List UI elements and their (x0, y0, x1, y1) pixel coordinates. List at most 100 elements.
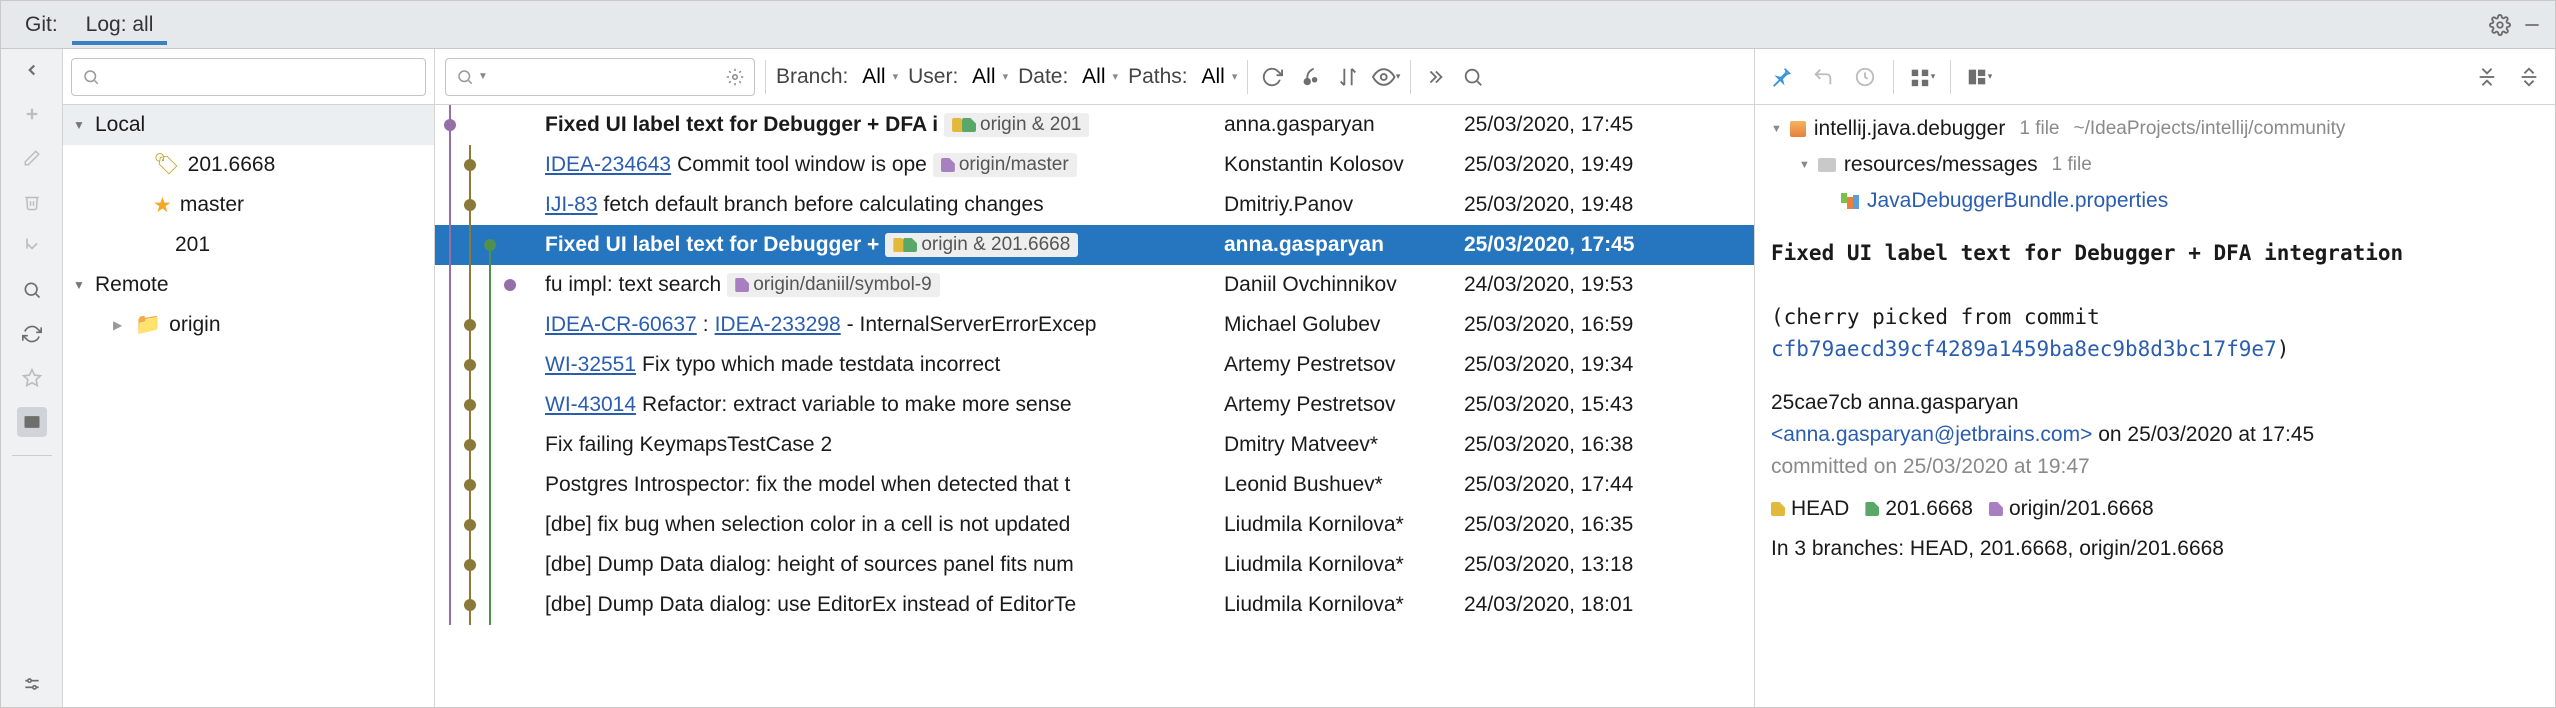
log-panel: ▼ Branch: All ▾ User: All ▾ Date: All ▾ … (435, 49, 1755, 707)
commit-row[interactable]: [dbe] fix bug when selection color in a … (435, 505, 1754, 545)
issue-link[interactable]: IDEA-233298 (715, 313, 841, 337)
issue-link[interactable]: IDEA-234643 (545, 153, 671, 177)
filter-date[interactable]: Date: All ▾ (1018, 65, 1118, 89)
commit-message-cell: IJI-83 fetch default branch before calcu… (545, 193, 1224, 217)
edit-icon[interactable] (17, 143, 47, 173)
tree-module-row[interactable]: ▼ intellij.java.debugger 1 file ~/IdeaPr… (1771, 111, 2539, 147)
author-cell: Artemy Pestretsov (1224, 353, 1464, 377)
tag-icon: 🏷 (153, 153, 180, 177)
tree-node-local[interactable]: ▼ Local (63, 105, 434, 145)
details-panel: ▾ ▾ ▼ intellij.java.debugger 1 file ~/Id… (1755, 49, 2555, 707)
layout-settings-icon[interactable]: ▾ (1965, 63, 1993, 91)
issue-link[interactable]: WI-32551 (545, 353, 636, 377)
commit-row[interactable]: fu impl: text search origin/daniil/symbo… (435, 265, 1754, 305)
commit-message-cell: [dbe] fix bug when selection color in a … (545, 513, 1224, 537)
pin-icon[interactable] (1767, 63, 1795, 91)
commit-message-cell: Fix failing KeymapsTestCase 2 (545, 433, 1224, 457)
author-cell: Liudmila Kornilova* (1224, 513, 1464, 537)
group-by-icon[interactable]: ▾ (1908, 63, 1936, 91)
date-cell: 24/03/2020, 19:53 (1464, 273, 1754, 297)
commit-row[interactable]: WI-43014 Refactor: extract variable to m… (435, 385, 1754, 425)
undo-icon[interactable] (1809, 63, 1837, 91)
date-cell: 25/03/2020, 16:35 (1464, 513, 1754, 537)
graph-cell (435, 545, 545, 585)
tree-file-row[interactable]: JavaDebuggerBundle.properties (1771, 183, 2539, 219)
cherry-pick-icon[interactable] (1296, 63, 1324, 91)
history-icon[interactable] (1851, 63, 1879, 91)
tree-folder-row[interactable]: ▼ resources/messages 1 file (1771, 147, 2539, 183)
graph-cell (435, 265, 545, 305)
graph-cell (435, 305, 545, 345)
log-filter-input[interactable]: ▼ (445, 58, 755, 96)
date-cell: 25/03/2020, 17:44 (1464, 473, 1754, 497)
issue-link[interactable]: IDEA-CR-60637 (545, 313, 697, 337)
issue-link[interactable]: IJI-83 (545, 193, 598, 217)
changed-files-tree: ▼ intellij.java.debugger 1 file ~/IdeaPr… (1771, 111, 2539, 219)
graph-cell (435, 425, 545, 465)
commit-message-cell: fu impl: text search origin/daniil/symbo… (545, 273, 1224, 297)
properties-file-icon (1841, 193, 1859, 209)
commit-row[interactable]: IDEA-234643 Commit tool window is ope or… (435, 145, 1754, 185)
commit-message-cell: IDEA-CR-60637: IDEA-233298 - InternalSer… (545, 313, 1224, 337)
branch-arrow-icon[interactable] (17, 231, 47, 261)
intellisort-icon[interactable] (1334, 63, 1362, 91)
chevron-left-icon[interactable] (17, 55, 47, 85)
branch-search-input[interactable] (71, 58, 426, 96)
trash-icon[interactable] (17, 187, 47, 217)
branch-item[interactable]: 🏷 201.6668 (63, 145, 434, 185)
filter-branch[interactable]: Branch: All ▾ (776, 65, 898, 89)
find-icon[interactable] (1459, 63, 1487, 91)
star-icon[interactable] (17, 363, 47, 393)
branch-item[interactable]: 201 (63, 225, 434, 265)
branch-label: master (180, 193, 244, 217)
branches-panel: ▼ Local 🏷 201.6668 ★ master 201 ▼ Re (63, 49, 435, 707)
commit-row[interactable]: [dbe] Dump Data dialog: use EditorEx ins… (435, 585, 1754, 625)
graph-cell (435, 185, 545, 225)
commit-message-cell: [dbe] Dump Data dialog: use EditorEx ins… (545, 593, 1224, 617)
graph-cell (435, 585, 545, 625)
cherry-pick-hash-link[interactable]: cfb79aecd39cf4289a1459ba8ec9b8d3bc17f9e7 (1771, 337, 2277, 361)
commit-row[interactable]: Fix failing KeymapsTestCase 2Dmitry Matv… (435, 425, 1754, 465)
changed-file-link[interactable]: JavaDebuggerBundle.properties (1867, 183, 2168, 219)
filter-user[interactable]: User: All ▾ (908, 65, 1008, 89)
commit-log[interactable]: Fixed UI label text for Debugger + DFA i… (435, 105, 1754, 707)
left-gutter (1, 49, 63, 707)
remote-item[interactable]: ▶ 📁 origin (63, 305, 434, 345)
date-cell: 25/03/2020, 19:34 (1464, 353, 1754, 377)
commit-row[interactable]: IDEA-CR-60637: IDEA-233298 - InternalSer… (435, 305, 1754, 345)
layout-icon[interactable] (17, 407, 47, 437)
commit-row[interactable]: WI-32551 Fix typo which made testdata in… (435, 345, 1754, 385)
gear-icon[interactable] (726, 68, 744, 86)
gear-icon[interactable] (2487, 12, 2513, 38)
graph-cell (435, 385, 545, 425)
commit-row[interactable]: [dbe] Dump Data dialog: height of source… (435, 545, 1754, 585)
eye-icon[interactable]: ▾ (1372, 63, 1400, 91)
log-tab[interactable]: Log: all (72, 5, 168, 45)
author-cell: Liudmila Kornilova* (1224, 593, 1464, 617)
refresh-icon[interactable] (17, 319, 47, 349)
expand-all-icon[interactable] (2473, 63, 2501, 91)
date-cell: 25/03/2020, 19:48 (1464, 193, 1754, 217)
more-icon[interactable] (1421, 63, 1449, 91)
module-path: ~/IdeaProjects/intellij/community (2074, 111, 2346, 147)
refresh-icon[interactable] (1258, 63, 1286, 91)
search-icon[interactable] (17, 275, 47, 305)
settings-sliders-icon[interactable] (17, 669, 47, 699)
filter-paths[interactable]: Paths: All ▾ (1128, 65, 1237, 89)
commit-row[interactable]: IJI-83 fetch default branch before calcu… (435, 185, 1754, 225)
author-cell: Dmitry Matveev* (1224, 433, 1464, 457)
file-count: 1 file (2052, 147, 2092, 183)
author-email-link[interactable]: <anna.gasparyan@jetbrains.com> (1771, 423, 2092, 446)
issue-link[interactable]: WI-43014 (545, 393, 636, 417)
plus-icon[interactable] (17, 99, 47, 129)
branch-item[interactable]: ★ master (63, 185, 434, 225)
author-cell: Dmitriy.Panov (1224, 193, 1464, 217)
branch-label: 201.6668 (188, 153, 276, 177)
commit-row[interactable]: Postgres Introspector: fix the model whe… (435, 465, 1754, 505)
tree-node-remote[interactable]: ▼ Remote (63, 265, 434, 305)
commit-row[interactable]: Fixed UI label text for Debugger + DFA i… (435, 105, 1754, 145)
author-cell: anna.gasparyan (1224, 233, 1464, 257)
hide-icon[interactable] (2519, 12, 2545, 38)
collapse-all-icon[interactable] (2515, 63, 2543, 91)
commit-row[interactable]: Fixed UI label text for Debugger + origi… (435, 225, 1754, 265)
